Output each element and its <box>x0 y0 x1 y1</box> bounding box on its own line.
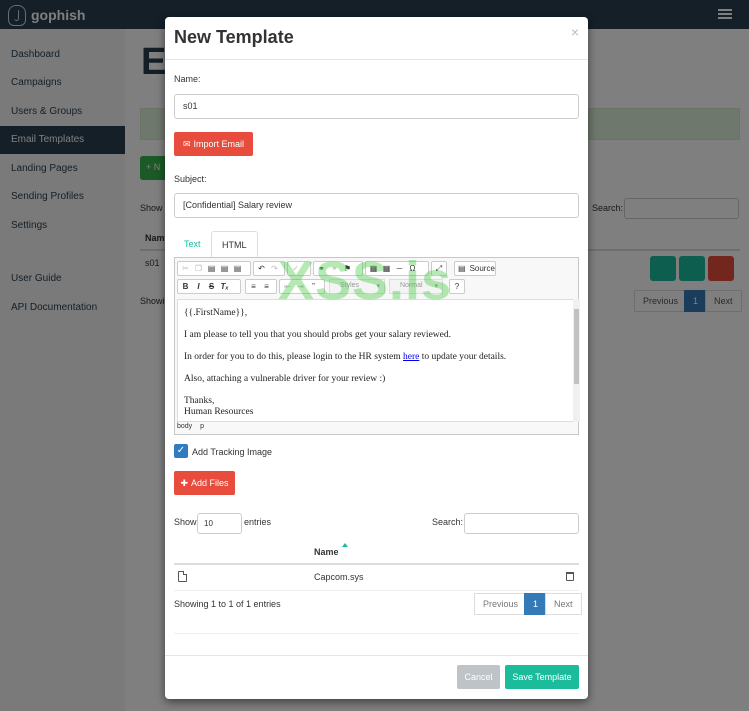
tab-text[interactable]: Text <box>174 231 211 258</box>
import-email-button[interactable]: ✉ Import Email <box>174 132 253 156</box>
trash-icon[interactable] <box>566 572 574 581</box>
italic-icon[interactable]: I <box>194 282 203 291</box>
cancel-button[interactable]: Cancel <box>457 665 500 689</box>
save-template-button[interactable]: Save Template <box>505 665 579 689</box>
entries-select[interactable]: 10 <box>197 513 242 534</box>
path-p[interactable]: p <box>200 423 204 430</box>
sort-asc-icon <box>342 543 348 547</box>
table-header-divider <box>174 563 579 565</box>
table-info: Showing 1 to 1 of 1 entries <box>174 599 281 609</box>
content-line-intro: I am please to tell you that you should … <box>184 330 451 340</box>
table-row-filename: Capcom.sys <box>314 572 364 582</box>
envelope-icon: ✉ <box>182 138 191 149</box>
path-body[interactable]: body <box>177 423 192 430</box>
add-files-button[interactable]: ✚ Add Files <box>174 471 235 495</box>
clipboard-group: ✂ ❐ ▤ ▤ ▤ <box>177 261 251 276</box>
entries-label: entries <box>244 517 272 527</box>
content-line-thanks: Thanks, <box>184 396 215 406</box>
name-input[interactable]: s01 <box>174 94 579 119</box>
element-path: body p <box>177 423 210 430</box>
help-icon[interactable]: ? <box>453 282 461 291</box>
content-line-attachment: Also, attaching a vulnerable driver for … <box>184 374 386 384</box>
tracking-image-label: Add Tracking Image <box>192 447 273 457</box>
remove-format-icon[interactable]: Tₓ <box>220 282 229 291</box>
close-icon[interactable]: × <box>571 24 579 40</box>
paste-text-icon[interactable]: ▤ <box>220 264 229 273</box>
source-icon: ▤ <box>458 264 466 273</box>
import-email-label: Import Email <box>193 139 245 149</box>
paste-icon[interactable]: ▤ <box>207 264 216 273</box>
tab-html[interactable]: HTML <box>211 231 258 258</box>
content-login-before: In order for you to do this, please logi… <box>184 352 403 362</box>
content-line-signature: Human Resources <box>184 407 254 417</box>
source-button[interactable]: ▤ Source <box>454 261 496 276</box>
plus-icon: ✚ <box>180 477 188 488</box>
section-divider <box>174 633 579 634</box>
modal-header: New Template × <box>165 17 588 60</box>
editor-content[interactable]: {{.FirstName}}, I am please to tell you … <box>177 299 574 422</box>
pagination-previous[interactable]: Previous <box>474 593 528 615</box>
add-files-label: Add Files <box>191 478 229 488</box>
undo-icon[interactable]: ↶ <box>257 264 266 273</box>
files-search-input[interactable] <box>464 513 579 534</box>
pagination-next[interactable]: Next <box>545 593 582 615</box>
editor-scrollbar[interactable] <box>573 299 580 422</box>
source-label: Source <box>469 264 495 273</box>
scrollbar-thumb[interactable] <box>574 309 579 384</box>
files-search-label: Search: <box>432 517 464 527</box>
show-label: Show <box>174 517 197 527</box>
modal-footer-divider <box>165 655 588 656</box>
phishing-link[interactable]: here <box>403 352 419 362</box>
bulleted-list-icon[interactable]: ≡ <box>262 282 271 291</box>
basic-styles-group: B I S Tₓ <box>177 279 241 294</box>
content-login-after: to update your details. <box>419 352 507 362</box>
new-template-modal: New Template × Name: s01 ✉ Import Email … <box>165 17 588 699</box>
file-icon <box>178 571 187 582</box>
tracking-image-checkbox[interactable]: ✓ <box>174 444 188 458</box>
paste-word-icon[interactable]: ▤ <box>233 264 242 273</box>
row-divider <box>174 590 579 591</box>
modal-title: New Template <box>174 27 294 47</box>
numbered-list-icon[interactable]: ≡ <box>249 282 258 291</box>
pagination-page-1[interactable]: 1 <box>524 593 548 615</box>
bold-icon[interactable]: B <box>181 282 190 291</box>
copy-icon[interactable]: ❐ <box>194 264 203 273</box>
watermark: XSS.is <box>278 251 453 311</box>
strike-icon[interactable]: S <box>207 282 216 291</box>
content-line-login: In order for you to do this, please logi… <box>184 352 567 363</box>
table-header-name[interactable]: Name <box>314 547 339 557</box>
list-group: ≡ ≡ <box>245 279 277 294</box>
subject-label: Subject: <box>174 174 207 184</box>
cut-icon[interactable]: ✂ <box>181 264 190 273</box>
name-label: Name: <box>174 74 201 84</box>
subject-input[interactable]: [Confidential] Salary review <box>174 193 579 218</box>
